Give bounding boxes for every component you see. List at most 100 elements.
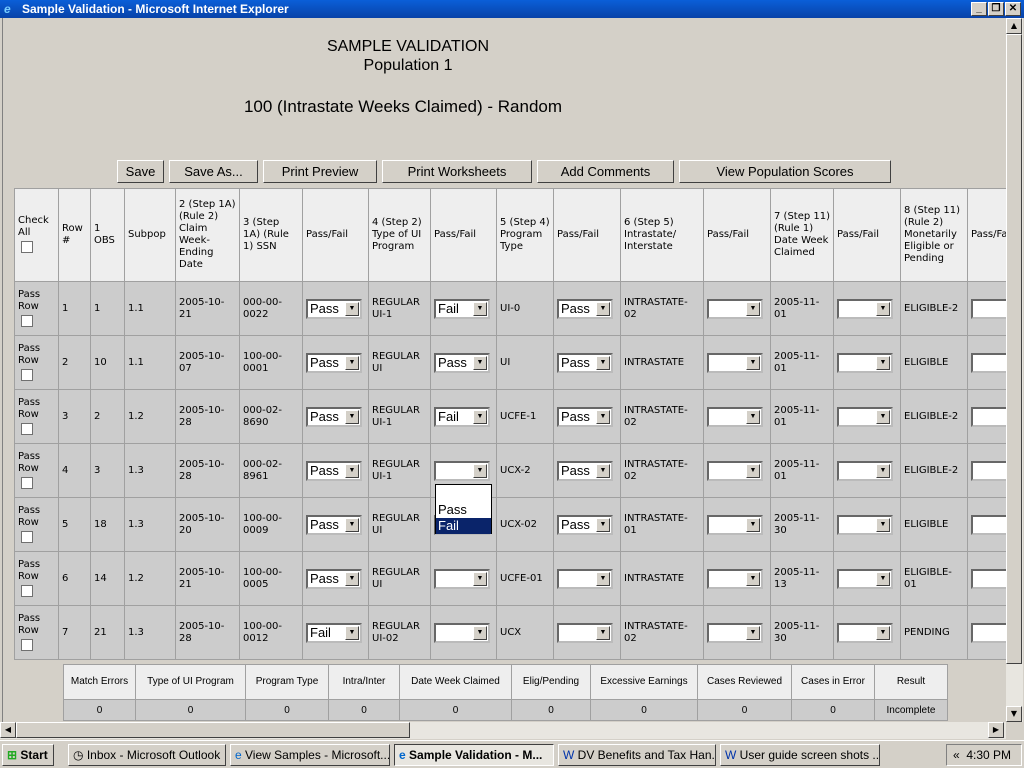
chevron-down-icon[interactable]: ▼ [876, 409, 890, 424]
pass-fail-select[interactable]: Pass ▼ [557, 406, 613, 427]
chevron-down-icon[interactable]: ▼ [596, 463, 610, 478]
save-button[interactable]: Save [117, 160, 164, 183]
close-button[interactable]: ✕ [1005, 2, 1021, 16]
scroll-right-button[interactable]: ▶ [988, 722, 1004, 738]
pass-fail-select[interactable]: ▼ [971, 514, 1006, 535]
pass-fail-select[interactable]: Pass ▼ [306, 568, 362, 589]
print-worksheets-button[interactable]: Print Worksheets [382, 160, 532, 183]
chevron-down-icon[interactable]: ▼ [596, 571, 610, 586]
pass-fail-select[interactable]: ▼ [837, 622, 893, 643]
chevron-down-icon[interactable]: ▼ [876, 517, 890, 532]
add-comments-button[interactable]: Add Comments [537, 160, 674, 183]
chevron-down-icon[interactable]: ▼ [876, 571, 890, 586]
chevron-down-icon[interactable]: ▼ [596, 409, 610, 424]
task-user-guide[interactable]: W User guide screen shots ... [720, 744, 880, 766]
pass-fail-select[interactable]: ▼ [707, 352, 763, 373]
pass-fail-select[interactable]: Pass ▼ [306, 514, 362, 535]
pass-fail-select[interactable]: ▼ [707, 568, 763, 589]
chevron-down-icon[interactable]: ▼ [473, 625, 487, 640]
chevron-down-icon[interactable]: ▼ [746, 301, 760, 316]
pass-fail-select[interactable]: ▼ [971, 622, 1006, 643]
pass-fail-select[interactable]: ▼ [434, 568, 490, 589]
tray-expand-icon[interactable]: « [953, 748, 960, 762]
chevron-down-icon[interactable]: ▼ [345, 517, 359, 532]
pass-row-checkbox[interactable] [21, 368, 33, 381]
pass-fail-select[interactable]: ▼ [971, 406, 1006, 427]
pass-fail-select[interactable]: Fail ▼ [434, 406, 490, 427]
dropdown-option-fail[interactable]: Fail [436, 518, 491, 534]
task-view-samples[interactable]: e View Samples - Microsoft... [230, 744, 390, 766]
pass-fail-dropdown-list[interactable]: Pass Fail [435, 484, 492, 534]
chevron-down-icon[interactable]: ▼ [746, 625, 760, 640]
horizontal-scrollbar[interactable]: ◀ ▶ [0, 722, 1006, 739]
pass-row-checkbox[interactable] [21, 584, 33, 597]
restore-button[interactable]: ❐ [988, 2, 1004, 16]
chevron-down-icon[interactable]: ▼ [746, 463, 760, 478]
task-outlook[interactable]: ◷ Inbox - Microsoft Outlook [68, 744, 226, 766]
chevron-down-icon[interactable]: ▼ [596, 625, 610, 640]
chevron-down-icon[interactable]: ▼ [746, 517, 760, 532]
scroll-up-button[interactable]: ▲ [1006, 18, 1022, 34]
save-as-button[interactable]: Save As... [169, 160, 258, 183]
vertical-scrollbar[interactable]: ▲ ▼ [1006, 18, 1023, 722]
chevron-down-icon[interactable]: ▼ [746, 409, 760, 424]
chevron-down-icon[interactable]: ▼ [596, 517, 610, 532]
pass-fail-select[interactable]: ▼ [707, 298, 763, 319]
pass-fail-select[interactable]: ▼ [971, 460, 1006, 481]
pass-fail-select[interactable]: ▼ [837, 514, 893, 535]
pass-fail-select[interactable]: ▼ [971, 298, 1006, 319]
scroll-left-button[interactable]: ◀ [0, 722, 16, 738]
pass-fail-select[interactable]: ▼ [707, 460, 763, 481]
pass-fail-select[interactable]: ▼ [837, 568, 893, 589]
chevron-down-icon[interactable]: ▼ [876, 463, 890, 478]
pass-row-checkbox[interactable] [21, 530, 33, 543]
pass-fail-select[interactable]: Pass ▼ [557, 352, 613, 373]
scroll-down-button[interactable]: ▼ [1006, 706, 1022, 722]
chevron-down-icon[interactable]: ▼ [746, 571, 760, 586]
chevron-down-icon[interactable]: ▼ [473, 463, 487, 478]
chevron-down-icon[interactable]: ▼ [345, 409, 359, 424]
pass-fail-select[interactable]: Pass ▼ [557, 514, 613, 535]
pass-fail-select[interactable]: Fail ▼ [434, 298, 490, 319]
pass-fail-select[interactable]: ▼ [707, 514, 763, 535]
dropdown-option-pass[interactable]: Pass [436, 502, 491, 518]
chevron-down-icon[interactable]: ▼ [596, 355, 610, 370]
check-all-checkbox[interactable] [21, 241, 33, 253]
pass-fail-select[interactable]: Pass ▼ [306, 352, 362, 373]
chevron-down-icon[interactable]: ▼ [876, 355, 890, 370]
pass-fail-select[interactable]: Pass ▼ [306, 298, 362, 319]
pass-fail-select[interactable]: ▼ [707, 406, 763, 427]
pass-fail-select[interactable]: ▼ [837, 352, 893, 373]
chevron-down-icon[interactable]: ▼ [473, 355, 487, 370]
pass-fail-select[interactable]: Fail ▼ [306, 622, 362, 643]
pass-fail-select[interactable]: ▼ [837, 406, 893, 427]
minimize-button[interactable]: _ [971, 2, 987, 16]
print-preview-button[interactable]: Print Preview [263, 160, 377, 183]
vertical-scroll-thumb[interactable] [1006, 34, 1022, 664]
pass-fail-select[interactable]: ▼ [557, 622, 613, 643]
chevron-down-icon[interactable]: ▼ [345, 301, 359, 316]
pass-fail-select[interactable]: ▼ [557, 568, 613, 589]
chevron-down-icon[interactable]: ▼ [473, 301, 487, 316]
chevron-down-icon[interactable]: ▼ [345, 355, 359, 370]
pass-fail-select[interactable]: ▼ [434, 460, 490, 481]
chevron-down-icon[interactable]: ▼ [746, 355, 760, 370]
pass-fail-select[interactable]: ▼ [707, 622, 763, 643]
pass-fail-select[interactable]: ▼ [971, 568, 1006, 589]
horizontal-scroll-thumb[interactable] [16, 722, 410, 738]
chevron-down-icon[interactable]: ▼ [473, 409, 487, 424]
pass-fail-select[interactable]: Pass ▼ [557, 298, 613, 319]
chevron-down-icon[interactable]: ▼ [345, 625, 359, 640]
chevron-down-icon[interactable]: ▼ [876, 625, 890, 640]
chevron-down-icon[interactable]: ▼ [876, 301, 890, 316]
pass-fail-select[interactable]: Pass ▼ [306, 460, 362, 481]
chevron-down-icon[interactable]: ▼ [345, 571, 359, 586]
pass-row-checkbox[interactable] [21, 476, 33, 489]
pass-row-checkbox[interactable] [21, 422, 33, 435]
pass-row-checkbox[interactable] [21, 314, 33, 327]
chevron-down-icon[interactable]: ▼ [473, 571, 487, 586]
pass-row-checkbox[interactable] [21, 638, 33, 651]
pass-fail-select[interactable]: ▼ [837, 298, 893, 319]
chevron-down-icon[interactable]: ▼ [345, 463, 359, 478]
pass-fail-select[interactable]: ▼ [434, 622, 490, 643]
